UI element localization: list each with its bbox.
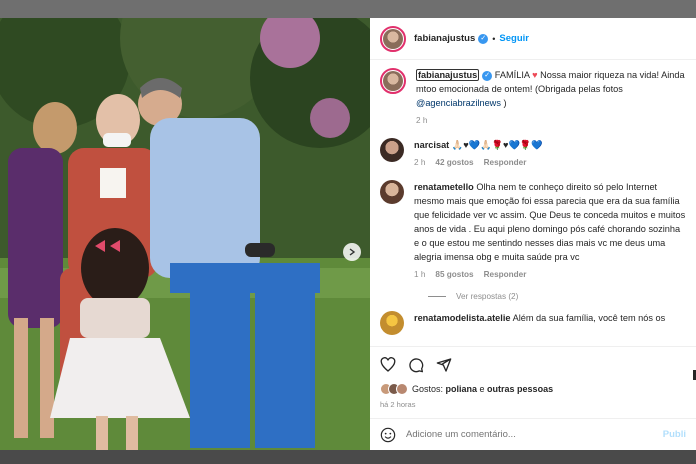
- post-image[interactable]: [0, 18, 370, 450]
- caption-mention-link[interactable]: @agenciabrazilnews: [416, 98, 501, 108]
- caption-avatar[interactable]: [380, 68, 406, 94]
- comments-list[interactable]: fabianajustus ✓ FAMÍLIA ♥ Nossa maior riq…: [370, 60, 696, 380]
- commenter-avatar[interactable]: [380, 180, 404, 204]
- comment-item: renatametello Olha nem te conheço direit…: [380, 180, 686, 282]
- comment-text: Além da sua família, você tem nós os: [512, 313, 666, 323]
- post-header: fabianajustus ✓ • Seguir: [370, 18, 696, 60]
- comment-username[interactable]: narcisat: [414, 140, 449, 150]
- separator-dot: •: [492, 33, 496, 44]
- family-photo: [0, 18, 370, 450]
- comment-icon[interactable]: [408, 357, 424, 373]
- share-icon[interactable]: [436, 357, 452, 373]
- comment-likes[interactable]: 85 gostos: [435, 268, 473, 282]
- view-replies-button[interactable]: Ver respostas (2): [428, 292, 686, 301]
- likes-mid: e: [477, 384, 488, 394]
- commenter-avatar[interactable]: [380, 311, 404, 335]
- comment-item: narcisat 🙏🏻♥💙🙏🏻🌹♥💙🌹💙 2 h 42 gostos Respo…: [380, 138, 686, 170]
- comment-username[interactable]: renatamodelista.atelie: [414, 313, 511, 323]
- reply-button[interactable]: Responder: [484, 156, 527, 170]
- comment-time: 1 h: [414, 270, 426, 279]
- likes-user[interactable]: poliana: [446, 384, 478, 394]
- emoji-icon[interactable]: [380, 427, 396, 443]
- post-actions: Gostos: poliana e outras pessoas há 2 ho…: [370, 346, 696, 409]
- likes-prefix: Gostos:: [412, 384, 446, 394]
- caption-item: fabianajustus ✓ FAMÍLIA ♥ Nossa maior riq…: [380, 68, 686, 128]
- reply-button[interactable]: Responder: [484, 268, 527, 282]
- verified-icon: ✓: [478, 33, 489, 44]
- comment-item: renatamodelista.atelie Além da sua famíl…: [380, 311, 686, 335]
- top-strip: [0, 0, 696, 18]
- post-panel: fabianajustus ✓ • Seguir fabianajustus ✓ …: [370, 18, 696, 450]
- next-image-button[interactable]: [343, 243, 361, 261]
- likes-others[interactable]: outras pessoas: [487, 384, 553, 394]
- comment-text: 🙏🏻♥💙🙏🏻🌹♥💙🌹💙: [451, 140, 543, 150]
- caption-text: FAMÍLIA: [492, 70, 533, 80]
- comment-input[interactable]: [406, 429, 663, 440]
- heart-icon[interactable]: [380, 357, 396, 373]
- caption-username[interactable]: fabianajustus: [416, 69, 480, 81]
- next-arrow-icon: [349, 248, 356, 256]
- add-comment-bar: Publi: [370, 418, 696, 450]
- liker-avatar: [396, 383, 408, 395]
- caption-text: ): [500, 98, 507, 108]
- caption-time: 2 h: [416, 116, 428, 125]
- bottom-strip: [0, 450, 696, 464]
- publish-button[interactable]: Publi: [663, 429, 686, 440]
- comment-likes[interactable]: 42 gostos: [435, 156, 473, 170]
- post-time: há 2 horas: [380, 400, 416, 409]
- replies-line: [428, 296, 446, 297]
- comment-username[interactable]: renatametello: [414, 182, 474, 192]
- likes-summary: Gostos: poliana e outras pessoas: [380, 383, 686, 395]
- view-replies-label: Ver respostas (2): [456, 292, 519, 301]
- author-avatar[interactable]: [380, 25, 406, 52]
- commenter-avatar[interactable]: [380, 138, 404, 162]
- author-username[interactable]: fabianajustus: [414, 33, 475, 44]
- comment-text: Olha nem te conheço direito só pelo Inte…: [414, 182, 686, 262]
- verified-icon: ✓: [482, 70, 493, 81]
- follow-button[interactable]: Seguir: [499, 33, 529, 44]
- comment-time: 2 h: [414, 158, 426, 167]
